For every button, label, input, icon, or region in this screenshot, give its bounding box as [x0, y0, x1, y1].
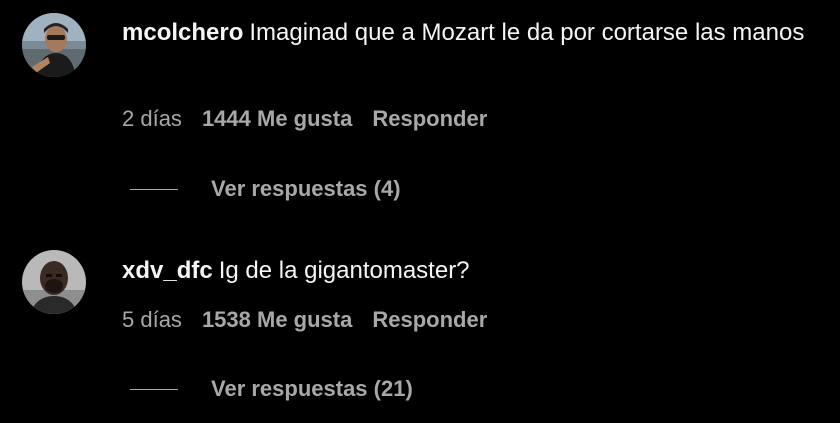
view-replies-button[interactable]: Ver respuestas (4): [130, 176, 401, 202]
view-replies-button[interactable]: Ver respuestas (21): [130, 376, 413, 402]
comment-meta: 5 días 1538 Me gusta Responder: [122, 307, 487, 333]
reply-button[interactable]: Responder: [372, 307, 487, 332]
comment-time: 2 días: [122, 106, 182, 131]
comment-username[interactable]: mcolchero: [122, 19, 243, 46]
avatar[interactable]: [22, 13, 86, 77]
avatar[interactable]: [22, 250, 86, 314]
comment-username[interactable]: xdv_dfc: [122, 257, 213, 284]
comment-meta: 2 días 1444 Me gusta Responder: [122, 106, 487, 132]
comment-likes-count[interactable]: 1538 Me gusta: [202, 307, 352, 332]
comment-text: Imaginad que a Mozart le da por cortarse…: [249, 19, 805, 46]
replies-divider-line: [130, 188, 178, 190]
view-replies-label: Ver respuestas (21): [211, 376, 413, 401]
view-replies-label: Ver respuestas (4): [211, 176, 401, 201]
comment-text: Ig de la gigantomaster?: [218, 257, 470, 284]
comment-text-block: xdv_dfc Ig de la gigantomaster?: [122, 252, 822, 289]
comment-likes-count[interactable]: 1444 Me gusta: [202, 106, 352, 131]
reply-button[interactable]: Responder: [372, 106, 487, 131]
comment-time: 5 días: [122, 307, 182, 332]
replies-divider-line: [130, 388, 178, 390]
comment-text-block: mcolchero Imaginad que a Mozart le da por…: [122, 14, 822, 51]
